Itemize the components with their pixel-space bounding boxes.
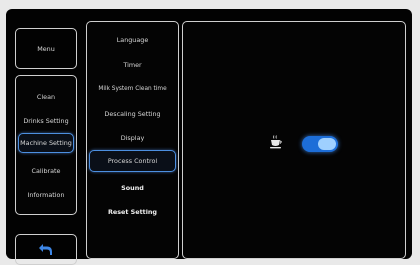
category-label: Machine Setting xyxy=(20,139,72,147)
category-calibrate[interactable]: Calibrate xyxy=(18,162,74,180)
setting-process-control[interactable]: Process Control xyxy=(89,150,176,172)
setting-label: Process Control xyxy=(107,157,158,165)
process-control-toggle[interactable] xyxy=(302,136,338,152)
category-information[interactable]: Information xyxy=(18,186,74,204)
setting-label: Timer xyxy=(123,61,142,69)
category-clean[interactable]: Clean xyxy=(18,88,74,106)
setting-language[interactable]: Language xyxy=(89,31,176,49)
setting-timer[interactable]: Timer xyxy=(89,56,176,74)
setting-display[interactable]: Display xyxy=(89,129,176,147)
category-panel: Clean Drinks Setting Machine Setting Cal… xyxy=(15,75,77,215)
setting-label: Display xyxy=(120,134,145,142)
setting-milk-system-clean-time[interactable]: Milk System Clean time xyxy=(89,80,176,98)
setting-label: Descaling Setting xyxy=(104,110,161,118)
setting-descaling[interactable]: Descaling Setting xyxy=(89,105,176,123)
toggle-knob[interactable] xyxy=(318,138,336,150)
category-label: Calibrate xyxy=(31,167,61,175)
setting-sound[interactable]: Sound xyxy=(89,179,176,197)
category-label: Information xyxy=(27,191,65,199)
menu-button[interactable]: Menu xyxy=(15,28,77,69)
back-button[interactable] xyxy=(15,234,77,265)
settings-panel: Language Timer Milk System Clean time De… xyxy=(86,21,179,259)
setting-label: Reset Setting xyxy=(107,208,158,216)
category-label: Clean xyxy=(36,93,56,101)
category-machine-setting[interactable]: Machine Setting xyxy=(18,133,74,153)
device-screen: Menu Clean Drinks Setting Machine Settin… xyxy=(6,9,412,265)
category-drinks-setting[interactable]: Drinks Setting xyxy=(18,112,74,130)
setting-reset[interactable]: Reset Setting xyxy=(89,203,176,221)
coffee-cup-icon xyxy=(270,135,282,149)
back-arrow-icon xyxy=(39,243,52,255)
setting-label: Language xyxy=(116,36,149,44)
setting-label: Sound xyxy=(121,184,144,192)
category-label: Drinks Setting xyxy=(23,117,69,125)
detail-panel xyxy=(182,21,406,259)
setting-label: Milk System Clean time xyxy=(98,86,167,92)
menu-button-label: Menu xyxy=(37,44,55,53)
